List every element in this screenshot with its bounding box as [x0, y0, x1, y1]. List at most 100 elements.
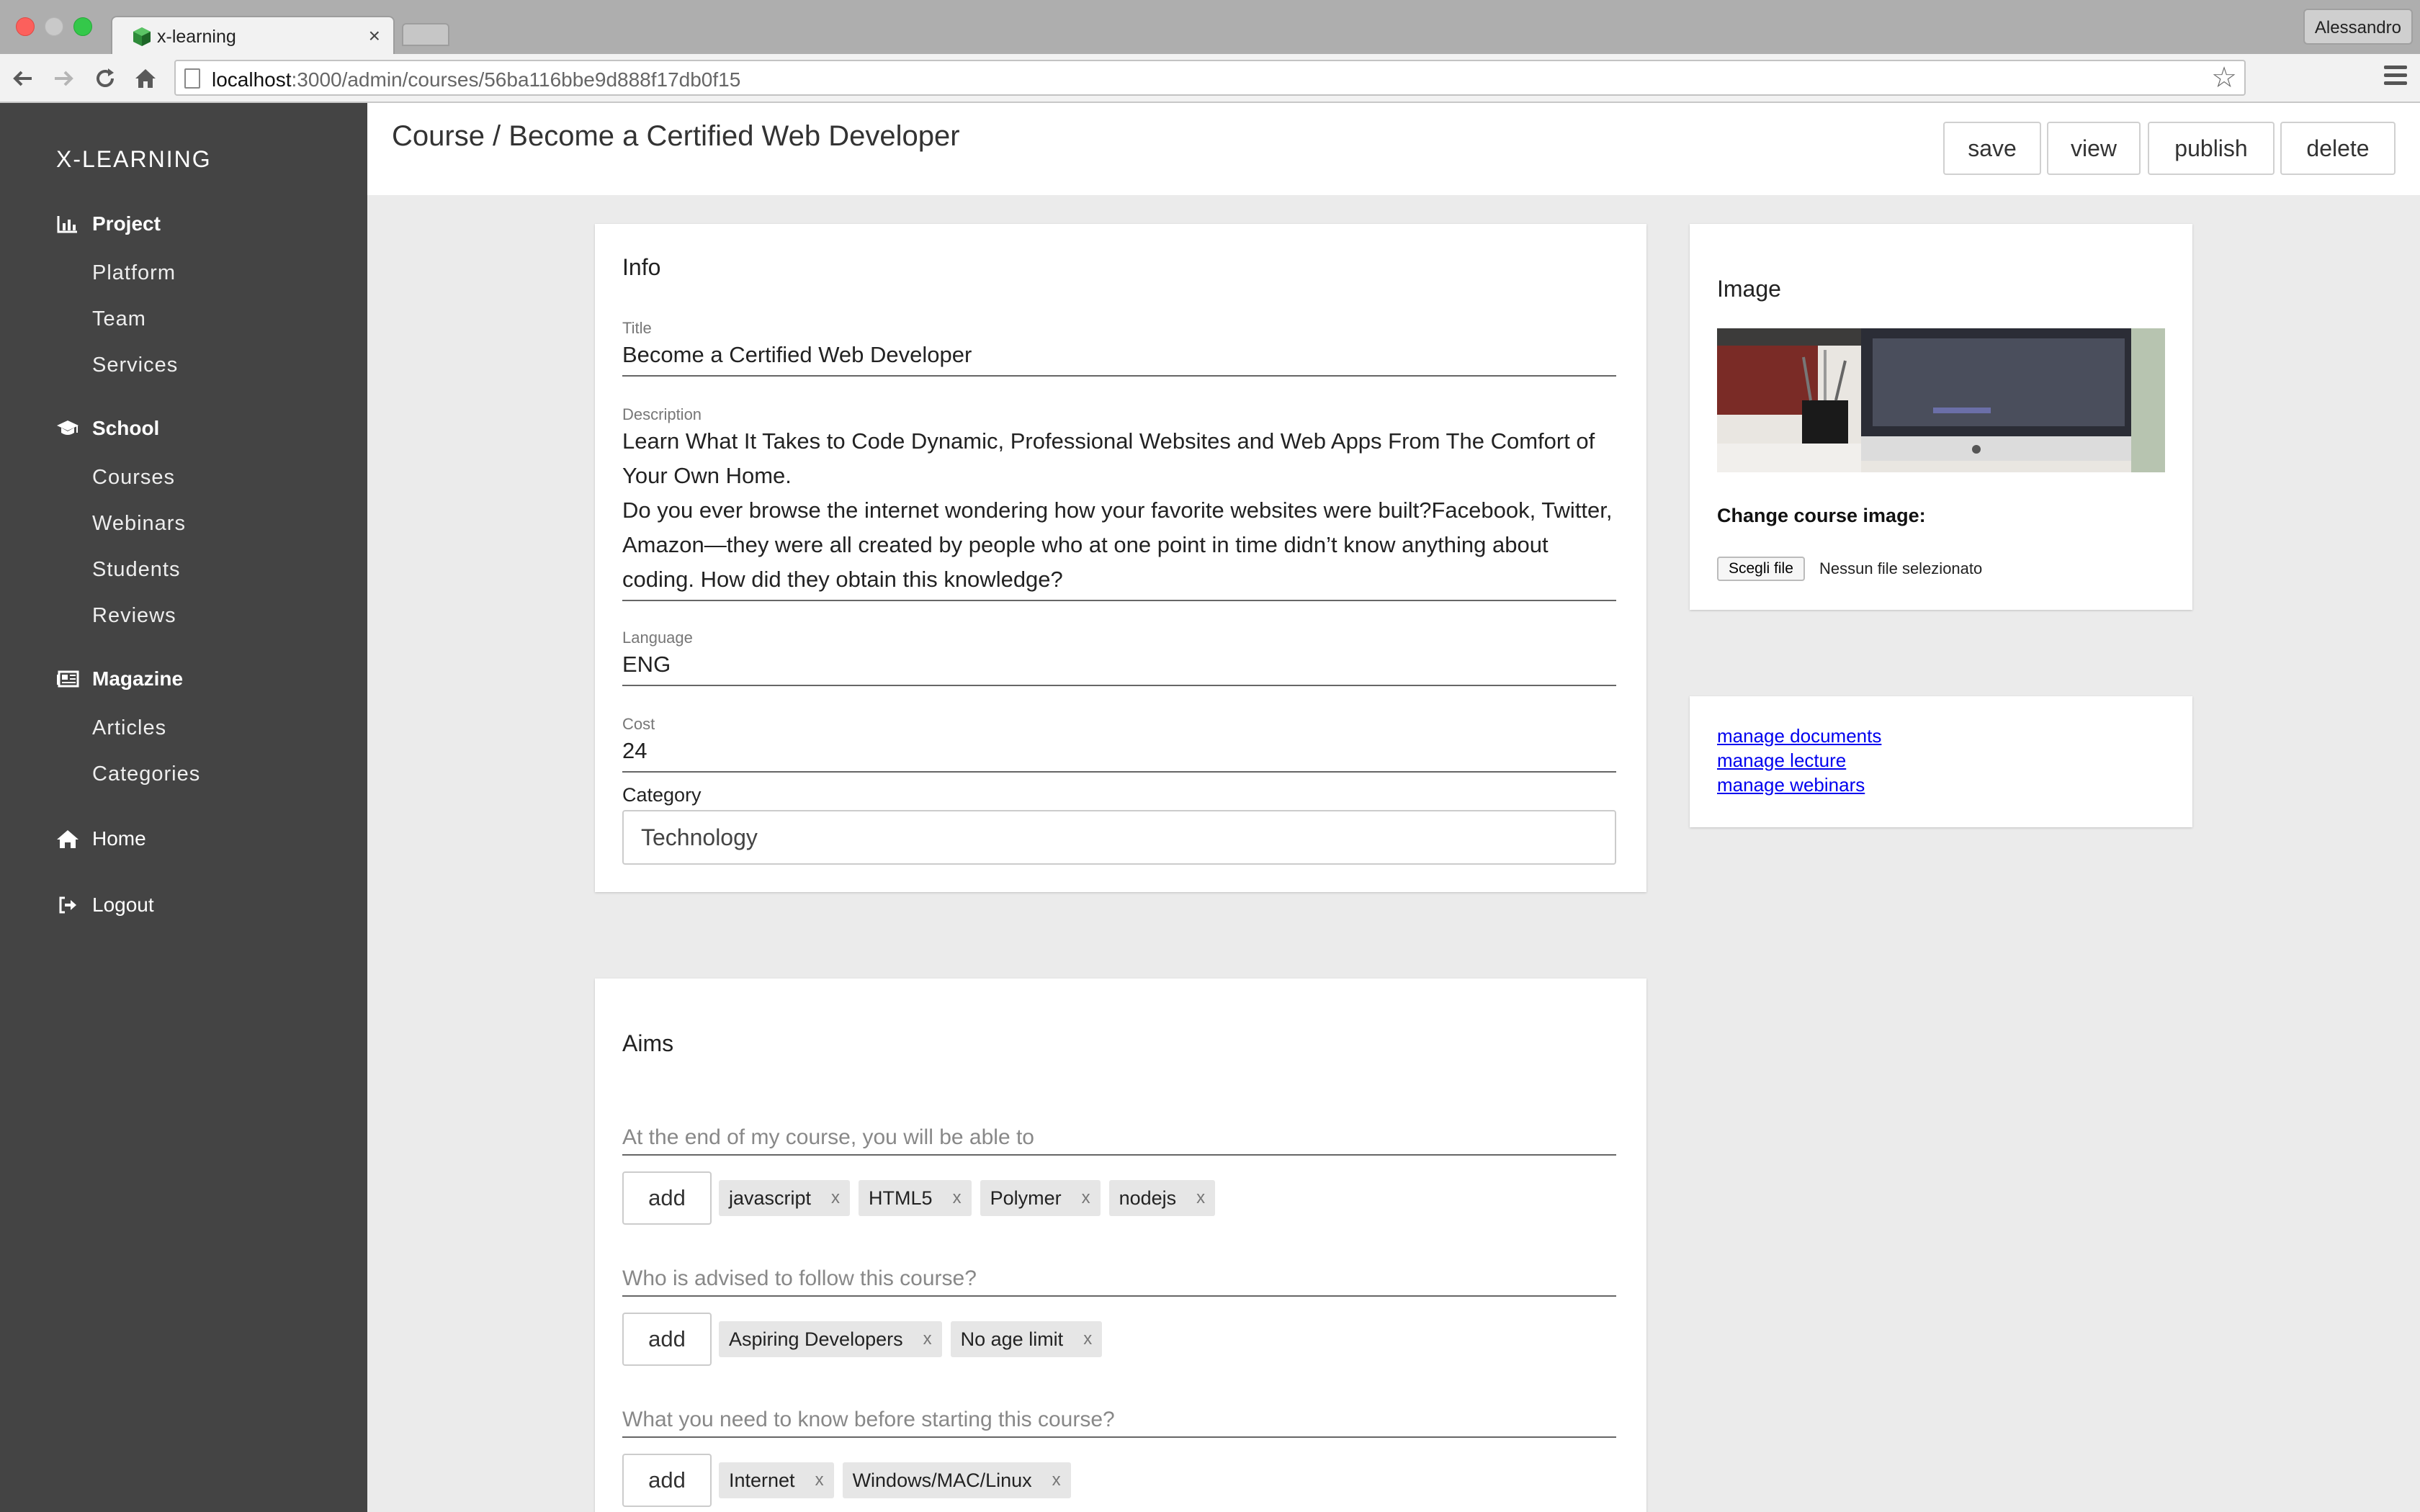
title-field[interactable]: Become a Certified Web Developer [622, 338, 1616, 377]
tag-label: Windows/MAC/Linux [852, 1469, 1032, 1491]
tab-title: x-learning [157, 27, 236, 47]
sidebar-item-articles[interactable]: Articles [92, 716, 166, 740]
sidebar-item-students[interactable]: Students [92, 558, 180, 582]
publish-button[interactable]: publish [2148, 122, 2275, 175]
manage-lecture-link[interactable]: manage lecture [1717, 750, 1846, 772]
tag-chip: Aspiring Developers x [719, 1321, 942, 1357]
aim-question-prerequisites[interactable]: What you need to know before starting th… [622, 1408, 1616, 1438]
add-audience-button[interactable]: add [622, 1313, 712, 1366]
tag-label: HTML5 [869, 1187, 933, 1209]
reload-icon[interactable] [92, 66, 118, 91]
remove-tag-icon[interactable]: x [1196, 1188, 1205, 1208]
tag-label: nodejs [1119, 1187, 1177, 1209]
sidebar-item-team[interactable]: Team [92, 307, 146, 331]
sidebar-item-webinars[interactable]: Webinars [92, 512, 186, 536]
tab-close-icon[interactable]: × [369, 24, 380, 48]
add-prerequisite-button[interactable]: add [622, 1454, 712, 1507]
address-bar[interactable]: localhost:3000/admin/courses/56ba116bbe9… [174, 60, 2246, 96]
sidebar-item-label: Logout [92, 894, 154, 916]
description-label: Description [622, 405, 702, 423]
sidebar-item-categories[interactable]: Categories [92, 762, 200, 786]
brand-logo-text[interactable]: X-LEARNING [56, 146, 212, 173]
description-field[interactable]: Learn What It Takes to Code Dynamic, Pro… [622, 424, 1616, 601]
remove-tag-icon[interactable]: x [1052, 1470, 1061, 1490]
tag-chip: Polymer x [980, 1180, 1101, 1216]
remove-tag-icon[interactable]: x [1082, 1188, 1090, 1208]
sidebar-section-project[interactable]: Project [56, 212, 161, 235]
remove-tag-icon[interactable]: x [923, 1329, 932, 1349]
file-status-text: Nessun file selezionato [1819, 559, 1983, 577]
new-tab-button[interactable] [402, 23, 449, 46]
tag-chip: nodejs x [1108, 1180, 1216, 1216]
sidebar-section-label: Magazine [92, 667, 184, 690]
sidebar-section-label: Project [92, 212, 161, 235]
url-text[interactable]: localhost:3000/admin/courses/56ba116bbe9… [212, 68, 740, 91]
tag-chip: Internet x [719, 1462, 834, 1498]
minimize-window-button[interactable] [45, 17, 63, 36]
manage-webinars-link[interactable]: manage webinars [1717, 774, 1865, 796]
aim-question-audience[interactable]: Who is advised to follow this course? [622, 1266, 1616, 1297]
url-path: :3000/admin/courses/56ba116bbe9d888f17db… [291, 68, 741, 91]
language-field[interactable]: ENG [622, 647, 1616, 686]
sidebar-item-home[interactable]: Home [56, 827, 146, 850]
remove-tag-icon[interactable]: x [815, 1470, 824, 1490]
tag-chip: Windows/MAC/Linux x [842, 1462, 1071, 1498]
sidebar-section-school[interactable]: School [56, 417, 159, 440]
sidebar-item-logout[interactable]: Logout [56, 894, 154, 917]
browser-menu-icon[interactable] [2384, 66, 2407, 89]
tag-label: No age limit [960, 1328, 1064, 1350]
links-card: manage documents manage lecture manage w… [1690, 696, 2192, 827]
aims-card: Aims At the end of my course, you will b… [595, 978, 1646, 1512]
tag-chip: No age limit x [950, 1321, 1103, 1357]
browser-tabbar: x-learning × Alessandro [0, 0, 2420, 56]
manage-documents-link[interactable]: manage documents [1717, 725, 1881, 747]
language-label: Language [622, 629, 693, 647]
audience-tags: Aspiring Developers x No age limit x [719, 1321, 1103, 1357]
sidebar-item-courses[interactable]: Courses [92, 466, 175, 490]
newspaper-icon [56, 670, 79, 688]
aims-heading: Aims [622, 1030, 674, 1056]
remove-tag-icon[interactable]: x [953, 1188, 962, 1208]
home-icon[interactable] [133, 66, 158, 91]
tag-label: javascript [729, 1187, 812, 1209]
tag-chip: javascript x [719, 1180, 851, 1216]
view-button[interactable]: view [2047, 122, 2141, 175]
delete-button[interactable]: delete [2280, 122, 2396, 175]
sidebar-item-platform[interactable]: Platform [92, 261, 176, 285]
choose-file-button[interactable]: Scegli file [1717, 557, 1805, 581]
category-select[interactable]: Technology [622, 810, 1616, 865]
url-host: localhost [212, 68, 292, 91]
close-window-button[interactable] [16, 17, 35, 36]
add-outcome-button[interactable]: add [622, 1171, 712, 1225]
tag-label: Aspiring Developers [729, 1328, 903, 1350]
graduation-cap-icon [56, 419, 79, 438]
title-label: Title [622, 319, 652, 337]
sidebar-section-magazine[interactable]: Magazine [56, 667, 183, 690]
x-learning-favicon-icon [133, 27, 151, 46]
prerequisite-tags: Internet x Windows/MAC/Linux x [719, 1462, 1071, 1498]
aim-question-outcomes[interactable]: At the end of my course, you will be abl… [622, 1125, 1616, 1156]
cost-label: Cost [622, 715, 655, 733]
remove-tag-icon[interactable]: x [831, 1188, 840, 1208]
cost-field[interactable]: 24 [622, 734, 1616, 773]
maximize-window-button[interactable] [73, 17, 92, 36]
browser-tab[interactable]: x-learning × [111, 16, 395, 56]
sidebar-item-reviews[interactable]: Reviews [92, 604, 176, 628]
sidebar-section-label: School [92, 417, 160, 439]
sidebar: X-LEARNING Project Platform Team Service… [0, 103, 367, 1512]
bar-chart-icon [56, 215, 79, 233]
forward-arrow-icon[interactable] [50, 66, 76, 91]
remove-tag-icon[interactable]: x [1083, 1329, 1092, 1349]
outcome-tags: javascript x HTML5 x Polymer x nodejs x [719, 1180, 1216, 1216]
sidebar-item-label: Home [92, 827, 146, 850]
info-card: Info Title Become a Certified Web Develo… [595, 224, 1646, 892]
profile-button[interactable]: Alessandro [2303, 9, 2413, 45]
tag-label: Polymer [990, 1187, 1062, 1209]
page-header: Course / Become a Certified Web Develope… [367, 103, 2420, 195]
bookmark-star-icon[interactable]: ☆ [2211, 61, 2237, 94]
page-title: Course / Become a Certified Web Develope… [392, 120, 960, 152]
save-button[interactable]: save [1943, 122, 2041, 175]
image-card: Image Change course image: Scegli file N… [1690, 224, 2192, 610]
sidebar-item-services[interactable]: Services [92, 354, 178, 377]
back-arrow-icon[interactable] [10, 66, 36, 91]
